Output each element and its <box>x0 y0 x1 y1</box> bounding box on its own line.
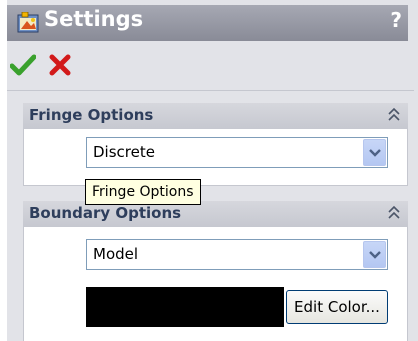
chevron-down-icon <box>369 251 381 259</box>
collapse-chevron-icon[interactable] <box>388 205 400 221</box>
panel-title: Settings <box>44 7 144 31</box>
fringe-options-body: Discrete <box>23 129 408 186</box>
settings-icon <box>17 11 41 34</box>
color-swatch[interactable] <box>86 287 284 327</box>
dropdown-arrow[interactable] <box>363 139 386 166</box>
ok-button[interactable] <box>9 53 37 77</box>
fringe-options-title: Fringe Options <box>29 106 154 124</box>
x-icon <box>49 54 71 80</box>
cancel-button[interactable] <box>49 54 71 76</box>
title-bar: Settings ? <box>5 5 408 41</box>
divider <box>4 90 414 91</box>
collapse-chevron-icon[interactable] <box>388 107 400 123</box>
fringe-options-header[interactable]: Fringe Options <box>23 103 408 129</box>
boundary-options-header[interactable]: Boundary Options <box>23 201 408 227</box>
help-icon[interactable]: ? <box>390 8 402 32</box>
check-icon <box>9 54 37 81</box>
tooltip: Fringe Options <box>85 179 201 205</box>
fringe-options-dropdown[interactable]: Discrete <box>86 137 388 168</box>
dropdown-arrow[interactable] <box>363 241 386 268</box>
left-edge <box>4 0 7 341</box>
boundary-options-dropdown[interactable]: Model <box>86 239 388 270</box>
fringe-options-value: Discrete <box>93 143 155 161</box>
boundary-options-value: Model <box>93 245 139 263</box>
edit-color-button[interactable]: Edit Color... <box>286 290 388 324</box>
chevron-down-icon <box>369 149 381 157</box>
boundary-options-title: Boundary Options <box>29 204 182 222</box>
